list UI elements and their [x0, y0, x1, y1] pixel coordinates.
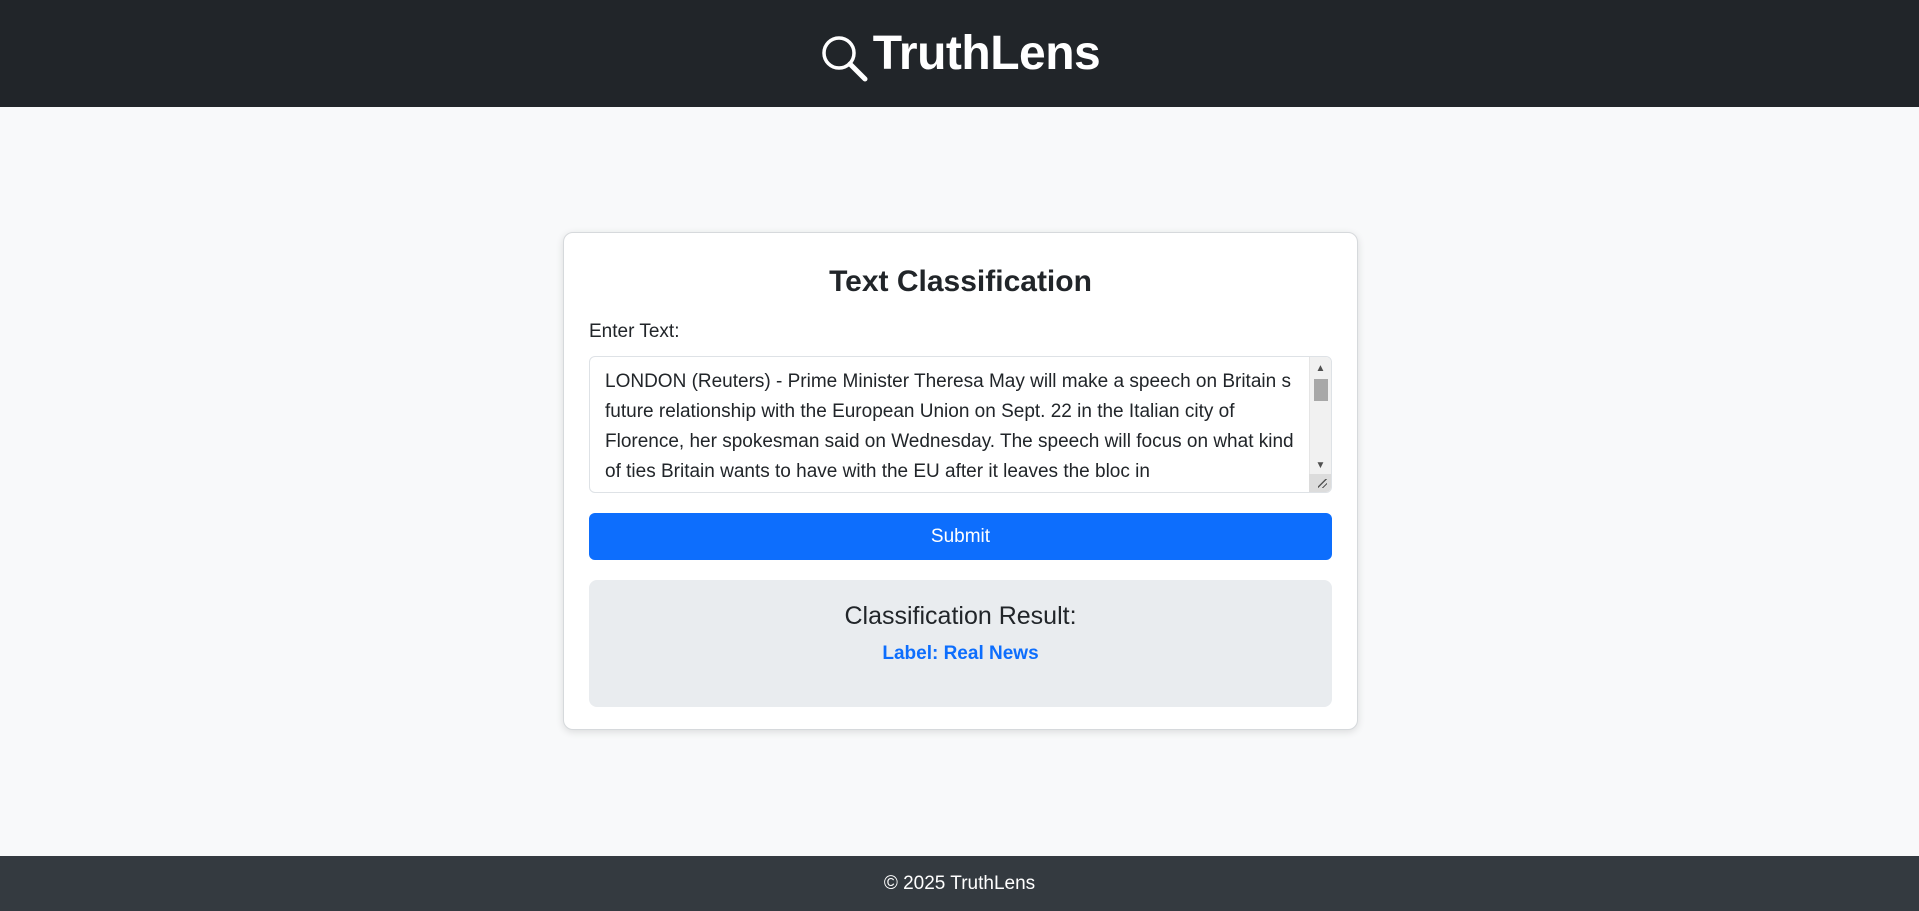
- top-navbar: TruthLens: [0, 0, 1919, 107]
- result-label: Label: Real News: [882, 643, 1039, 664]
- brand[interactable]: TruthLens: [819, 17, 1101, 90]
- text-input-value[interactable]: LONDON (Reuters) - Prime Minister Theres…: [590, 357, 1309, 492]
- card-title: Text Classification: [829, 265, 1092, 298]
- resize-handle-icon[interactable]: [1309, 474, 1331, 492]
- classification-card: Text Classification Enter Text: LONDON (…: [563, 232, 1358, 730]
- scroll-thumb[interactable]: [1314, 379, 1328, 401]
- result-heading: Classification Result:: [844, 602, 1077, 630]
- classification-result-panel: Classification Result: Label: Real News: [589, 580, 1332, 707]
- submit-button[interactable]: Submit: [589, 513, 1332, 560]
- footer-copyright: © 2025 TruthLens: [883, 872, 1036, 894]
- page-footer: © 2025 TruthLens: [0, 856, 1919, 911]
- magnifier-icon: [819, 17, 871, 90]
- scroll-up-arrow-icon[interactable]: ▲: [1310, 359, 1331, 377]
- scroll-down-arrow-icon[interactable]: ▼: [1310, 456, 1331, 474]
- magnifier-icon-svg: [821, 36, 868, 82]
- text-input-field[interactable]: LONDON (Reuters) - Prime Minister Theres…: [589, 356, 1332, 493]
- app-title: TruthLens: [872, 27, 1101, 80]
- text-input-label: Enter Text:: [589, 321, 680, 342]
- textarea-scrollbar[interactable]: ▲ ▼: [1309, 357, 1331, 492]
